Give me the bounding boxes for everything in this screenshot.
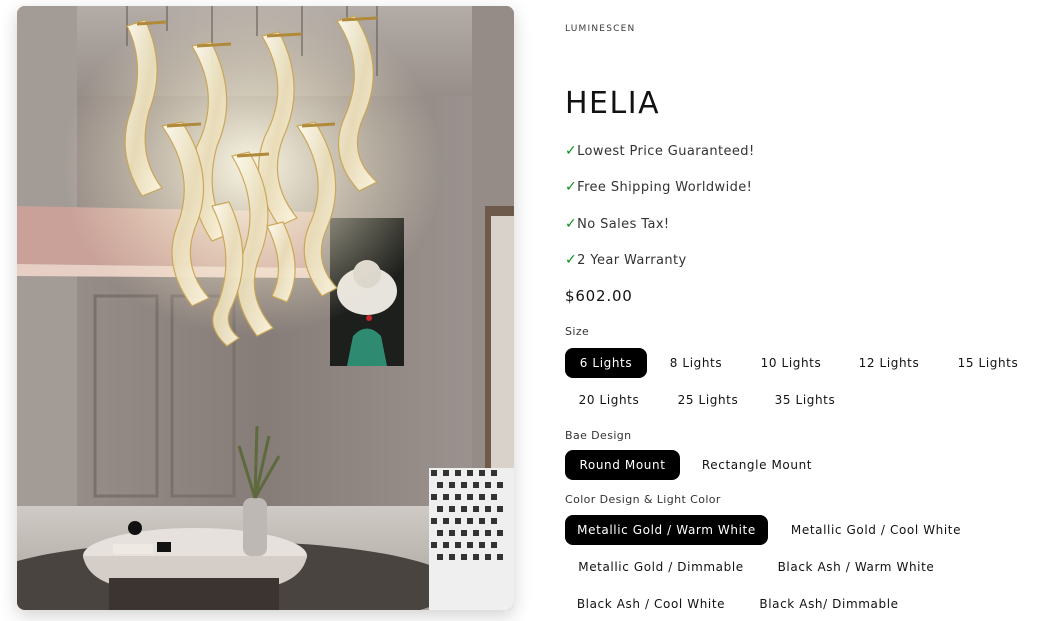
- perk-text: No Sales Tax!: [577, 216, 670, 232]
- vendor-name[interactable]: LUMINESCEN: [565, 24, 635, 34]
- color-option-black-warm-white[interactable]: Black Ash / Warm White: [770, 552, 942, 582]
- size-option-6-lights[interactable]: 6 Lights: [565, 348, 647, 378]
- product-price: $602.00: [565, 287, 633, 305]
- perk-text: 2 Year Warranty: [577, 252, 687, 268]
- perk-item: ✓2 Year Warranty: [565, 252, 755, 288]
- base-option-rectangle-mount[interactable]: Rectangle Mount: [691, 450, 823, 480]
- perk-item: ✓Lowest Price Guaranteed!: [565, 143, 755, 179]
- checkmark-icon: ✓: [565, 179, 578, 196]
- base-design-label: Bae Design: [565, 429, 632, 442]
- product-image[interactable]: [17, 6, 514, 610]
- color-option-black-cool-white[interactable]: Black Ash / Cool White: [565, 589, 737, 619]
- product-photo: [17, 6, 514, 610]
- size-option-20-lights[interactable]: 20 Lights: [565, 385, 653, 415]
- color-option-gold-warm-white[interactable]: Metallic Gold / Warm White: [565, 515, 768, 545]
- size-option-25-lights[interactable]: 25 Lights: [666, 385, 750, 415]
- size-option-10-lights[interactable]: 10 Lights: [749, 348, 833, 378]
- size-option-8-lights[interactable]: 8 Lights: [656, 348, 736, 378]
- perk-item: ✓Free Shipping Worldwide!: [565, 179, 755, 215]
- color-option-gold-dimmable[interactable]: Metallic Gold / Dimmable: [565, 552, 757, 582]
- product-info: LUMINESCEN HELIA ✓Lowest Price Guarantee…: [565, 0, 1035, 621]
- checkmark-icon: ✓: [565, 215, 578, 232]
- size-label: Size: [565, 325, 590, 338]
- perk-text: Lowest Price Guaranteed!: [577, 144, 755, 159]
- color-design-label: Color Design & Light Color: [565, 493, 721, 506]
- perk-text: Free Shipping Worldwide!: [577, 180, 753, 196]
- size-option-35-lights[interactable]: 35 Lights: [763, 385, 847, 415]
- color-option-black-dimmable[interactable]: Black Ash/ Dimmable: [751, 589, 907, 619]
- size-option-15-lights[interactable]: 15 Lights: [946, 348, 1030, 378]
- product-title: HELIA: [565, 86, 661, 121]
- size-option-12-lights[interactable]: 12 Lights: [847, 348, 931, 378]
- checkmark-icon: ✓: [565, 143, 578, 159]
- perk-item: ✓No Sales Tax!: [565, 216, 755, 252]
- perks-list: ✓Lowest Price Guaranteed! ✓Free Shipping…: [565, 143, 755, 288]
- base-option-round-mount[interactable]: Round Mount: [565, 450, 680, 480]
- color-option-gold-cool-white[interactable]: Metallic Gold / Cool White: [779, 515, 973, 545]
- checkmark-icon: ✓: [565, 251, 578, 268]
